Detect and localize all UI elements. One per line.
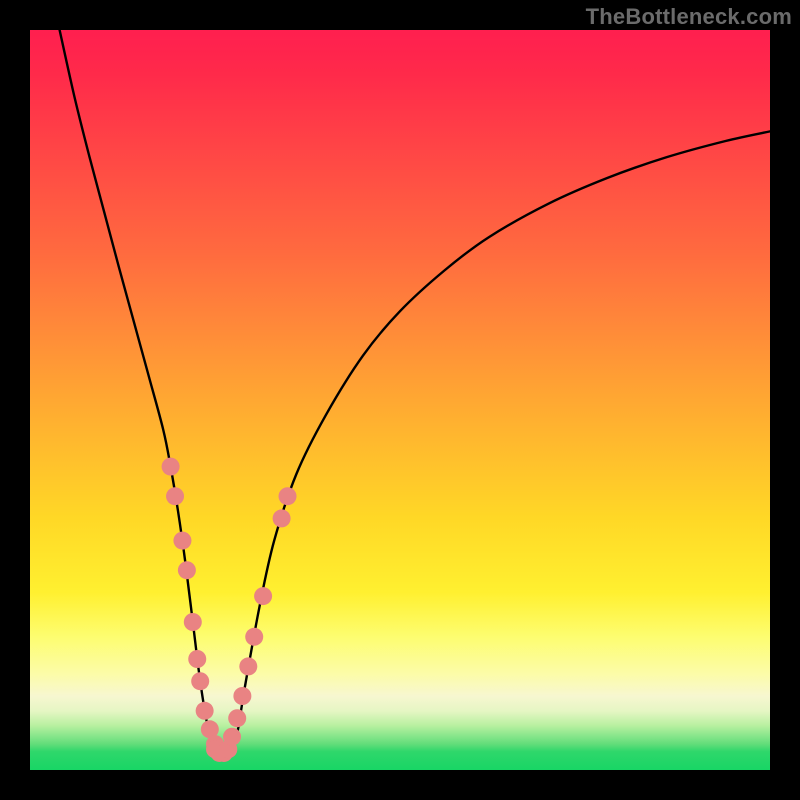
data-point — [188, 650, 206, 668]
data-point — [162, 458, 180, 476]
data-point — [178, 561, 196, 579]
data-point — [233, 687, 251, 705]
data-point — [191, 672, 209, 690]
data-point — [184, 613, 202, 631]
data-point — [196, 702, 214, 720]
data-point — [239, 657, 257, 675]
data-point — [245, 628, 263, 646]
chart-frame: TheBottleneck.com — [0, 0, 800, 800]
data-point — [223, 728, 241, 746]
data-point — [166, 487, 184, 505]
chart-overlay — [30, 30, 770, 770]
data-point — [254, 587, 272, 605]
bottleneck-curve — [60, 30, 770, 754]
watermark-text: TheBottleneck.com — [586, 4, 792, 30]
data-points — [162, 458, 297, 762]
data-point — [279, 487, 297, 505]
data-point — [228, 709, 246, 727]
data-point — [173, 532, 191, 550]
data-point — [273, 509, 291, 527]
